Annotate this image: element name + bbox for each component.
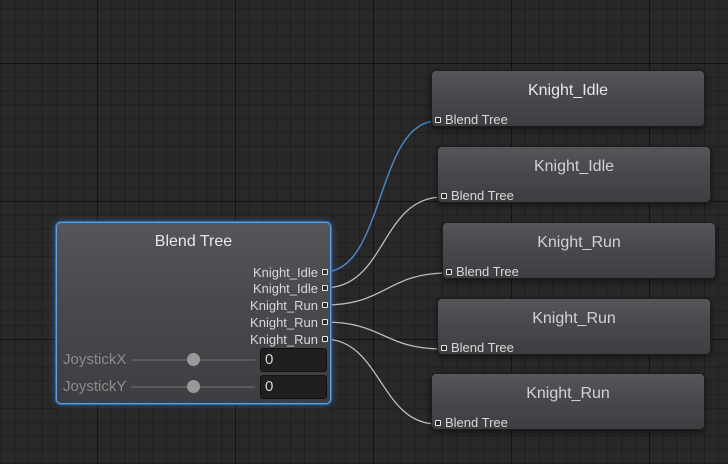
motion-node-title: Knight_Run — [537, 234, 621, 251]
motion-node-title: Knight_Idle — [527, 82, 609, 99]
output-port-icon[interactable] — [322, 302, 328, 308]
output-port-knight-run-1[interactable]: Knight_Run — [250, 297, 328, 313]
input-port[interactable]: Blend Tree — [441, 340, 514, 355]
output-port-icon[interactable] — [322, 269, 328, 275]
motion-node-title: Knight_Run — [532, 310, 616, 327]
connection-knight-run-1 — [323, 272, 449, 306]
input-port-label: Blend Tree — [445, 112, 508, 127]
motion-node-title: Knight_Run — [526, 385, 610, 402]
input-port-label: Blend Tree — [456, 264, 519, 279]
output-port-label: Knight_Run — [250, 314, 318, 330]
input-port-icon[interactable] — [435, 419, 441, 426]
slider-thumb[interactable] — [186, 353, 200, 366]
connection-knight-idle-2 — [323, 196, 444, 289]
parameter-slider[interactable] — [131, 353, 255, 366]
input-port-icon[interactable] — [435, 116, 441, 123]
parameter-row-joystick-x: JoystickX 0 — [57, 348, 329, 372]
output-port-label: Knight_Run — [250, 331, 318, 347]
output-port-knight-idle-1[interactable]: Knight_Idle — [253, 264, 328, 280]
output-port-label: Knight_Idle — [252, 264, 318, 280]
parameter-name: JoystickX — [63, 351, 127, 368]
input-port-label: Blend Tree — [451, 188, 514, 203]
motion-node-knight-idle-2[interactable]: Knight_Idle Blend Tree — [437, 146, 711, 203]
output-port-knight-run-2[interactable]: Knight_Run — [250, 314, 328, 330]
blend-tree-node[interactable]: Blend Tree Knight_Idle Knight_Idle Knigh… — [56, 222, 331, 404]
motion-node-knight-run-3[interactable]: Knight_Run Blend Tree — [431, 373, 705, 430]
connection-knight-idle-1 — [323, 120, 438, 273]
parameter-slider[interactable] — [131, 380, 255, 393]
input-port-label: Blend Tree — [451, 340, 514, 355]
output-port-label: Knight_Idle — [252, 280, 318, 296]
blend-tree-graph-canvas[interactable]: Blend Tree Knight_Idle Knight_Idle Knigh… — [0, 0, 728, 464]
blend-tree-node-title: Blend Tree — [154, 233, 233, 250]
motion-node-knight-run-2[interactable]: Knight_Run Blend Tree — [437, 298, 711, 355]
output-port-knight-idle-2[interactable]: Knight_Idle — [253, 280, 328, 296]
input-port-icon[interactable] — [446, 268, 452, 275]
output-port-label: Knight_Run — [250, 297, 318, 313]
input-port-label: Blend Tree — [445, 415, 508, 430]
input-port[interactable]: Blend Tree — [435, 415, 508, 430]
input-port-icon[interactable] — [441, 192, 447, 199]
motion-node-title: Knight_Idle — [533, 158, 615, 175]
input-port-icon[interactable] — [441, 344, 447, 351]
slider-thumb[interactable] — [186, 380, 200, 393]
connection-knight-run-3 — [323, 338, 438, 425]
output-port-icon[interactable] — [322, 336, 328, 342]
parameter-value-field[interactable]: 0 — [260, 348, 327, 372]
motion-node-knight-run-1[interactable]: Knight_Run Blend Tree — [442, 222, 716, 279]
output-port-icon[interactable] — [322, 285, 328, 291]
motion-node-knight-idle-1[interactable]: Knight_Idle Blend Tree — [431, 70, 705, 127]
input-port[interactable]: Blend Tree — [446, 264, 519, 279]
parameter-row-joystick-y: JoystickY 0 — [57, 375, 329, 399]
input-port[interactable]: Blend Tree — [441, 188, 514, 203]
output-port-knight-run-3[interactable]: Knight_Run — [250, 331, 328, 347]
parameter-value-field[interactable]: 0 — [260, 375, 327, 399]
parameter-name: JoystickY — [63, 378, 127, 395]
input-port[interactable]: Blend Tree — [435, 112, 508, 127]
connection-knight-run-2 — [323, 321, 444, 350]
output-port-icon[interactable] — [322, 319, 328, 325]
